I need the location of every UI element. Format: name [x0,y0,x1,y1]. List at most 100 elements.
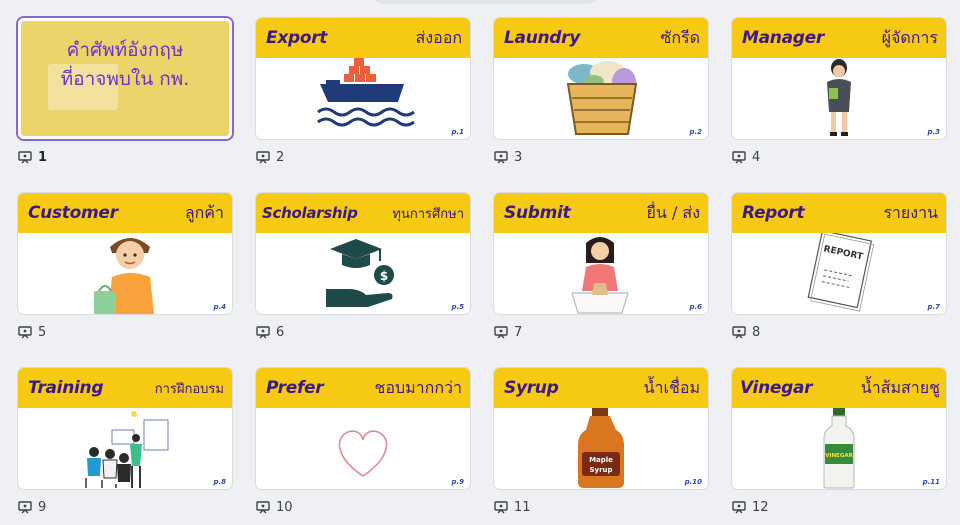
syrup-label: Syrup [589,466,612,474]
slide-banner: Submit ยื่น / ส่ง [494,193,708,233]
slide-thumbnail-4[interactable]: Manager ผู้จัดการ p.3 [732,18,946,139]
slide-tile-10: Prefer ชอบมากกว่า p.9 10 [256,368,470,525]
slide-label-7[interactable]: 7 [494,325,522,340]
slide-thumbnail-11[interactable]: Syrup น้ำเชื่อม Maple Syrup p.10 [494,368,708,489]
slide-banner: Laundry ซักรีด [494,18,708,58]
slide-label-6[interactable]: 6 [256,325,284,340]
slide-tile-11: Syrup น้ำเชื่อม Maple Syrup p.10 11 [494,368,708,525]
english-word: Manager [742,28,824,48]
slide-thumbnail-2[interactable]: Export ส่งออก p.1 [256,18,470,139]
slide-number: 12 [752,500,769,515]
cargo-ship-icon [317,58,415,127]
vinegar-bottle-icon: VINEGAR [823,408,855,489]
top-toolbar-edge [370,0,600,4]
slide-banner: Scholarship ทุนการศึกษา [256,193,470,233]
slide-number: 5 [38,325,47,340]
page-number: p.2 [689,128,702,136]
english-word: Scholarship [262,204,358,222]
page-number: p.6 [689,303,702,311]
thai-word: ทุนการศึกษา [392,206,464,222]
cover-title: คำศัพท์อังกฤษ ที่อาจพบใน กพ. [18,36,232,94]
slide-label-12[interactable]: 12 [732,500,769,515]
page-number: p.7 [927,303,940,311]
english-word: Vinegar [740,378,813,398]
slide-thumbnail-12[interactable]: Vinegar น้ำส้มสายชู VINEGAR p.11 [732,368,946,489]
thai-word: น้ำส้มสายชู [860,377,940,397]
businesswoman-icon [827,59,851,136]
thai-word: ลูกค้า [184,202,224,222]
slide-number: 11 [514,500,531,515]
english-word: Export [266,28,328,48]
page-number: p.9 [451,478,464,486]
slide-tile-2: Export ส่งออก p.1 2 [256,18,470,175]
slide-number: 6 [276,325,285,340]
thai-word: ยื่น / ส่ง [646,202,700,222]
page-number: p.4 [213,303,226,311]
slide-thumbnail-5[interactable]: Customer ลูกค้า p.4 [18,193,232,314]
presenter-notes-icon [494,151,508,164]
slide-number: 2 [276,150,285,165]
page-number: p.10 [684,478,702,486]
slide-thumbnail-3[interactable]: Laundry ซักรีด p.2 [494,18,708,139]
english-word: Prefer [266,378,324,398]
slide-number: 10 [276,500,293,515]
thai-word: ส่งออก [415,27,462,47]
slide-banner: Training การฝึกอบรม [18,368,232,408]
slide-thumbnail-9[interactable]: Training การฝึกอบรม p.8 [18,368,232,489]
slide-banner: Prefer ชอบมากกว่า [256,368,470,408]
slide-thumbnail-6[interactable]: Scholarship ทุนการศึกษา $ p.5 [256,193,470,314]
slide-tile-3: Laundry ซักรีด p.2 3 [494,18,708,175]
slide-tile-6: Scholarship ทุนการศึกษา $ p.5 6 [256,193,470,350]
training-class-icon [85,411,169,488]
slide-label-9[interactable]: 9 [18,500,46,515]
slide-tile-5: Customer ลูกค้า p.4 5 [18,193,232,350]
slide-number: 1 [38,150,48,165]
slide-thumbnail-8[interactable]: Report รายงาน REPORT p.7 [732,193,946,314]
slide-tile-12: Vinegar น้ำส้มสายชู VINEGAR p.11 12 [732,368,946,525]
slide-label-1[interactable]: 1 [18,150,47,165]
page-number: p.5 [451,303,464,311]
slide-number: 4 [752,150,761,165]
thai-word: รายงาน [883,202,938,222]
customer-shopping-icon [94,238,154,314]
slide-thumbnail-7[interactable]: Submit ยื่น / ส่ง p.6 [494,193,708,314]
slide-thumbnail-10[interactable]: Prefer ชอบมากกว่า p.9 [256,368,470,489]
page-number: p.1 [451,128,464,136]
presenter-notes-icon [18,501,32,514]
cover-title-line2: ที่อาจพบใน กพ. [60,68,190,90]
presenter-notes-icon [18,151,32,164]
page-number: p.11 [922,478,940,486]
syrup-bottle-icon: Maple Syrup [578,408,624,488]
slide-thumbnail-1[interactable]: คำศัพท์อังกฤษ ที่อาจพบใน กพ. [18,18,232,139]
slide-grid: คำศัพท์อังกฤษ ที่อาจพบใน กพ. 1 Export ส่… [18,18,946,525]
slide-label-10[interactable]: 10 [256,500,293,515]
slide-banner: Export ส่งออก [256,18,470,58]
slide-tile-9: Training การฝึกอบรม p.8 9 [18,368,232,525]
slide-label-8[interactable]: 8 [732,325,760,340]
slide-tile-7: Submit ยื่น / ส่ง p.6 7 [494,193,708,350]
slide-label-5[interactable]: 5 [18,325,46,340]
slide-tile-8: Report รายงาน REPORT p.7 8 [732,193,946,350]
cover-title-line1: คำศัพท์อังกฤษ [66,39,184,61]
presenter-notes-icon [732,151,746,164]
slide-banner: Customer ลูกค้า [18,193,232,233]
presenter-notes-icon [256,151,270,164]
slide-label-2[interactable]: 2 [256,150,284,165]
slide-label-11[interactable]: 11 [494,500,531,515]
page-number: p.3 [927,128,940,136]
presenter-notes-icon [494,501,508,514]
svg-text:$: $ [380,269,388,283]
slide-label-4[interactable]: 4 [732,150,760,165]
english-word: Report [742,203,805,223]
thai-word: ซักรีด [660,27,700,47]
vinegar-label: VINEGAR [825,453,853,459]
slide-label-3[interactable]: 3 [494,150,522,165]
english-word: Training [28,378,104,398]
slide-tile-4: Manager ผู้จัดการ p.3 4 [732,18,946,175]
english-word: Laundry [504,28,581,48]
presenter-notes-icon [732,326,746,339]
laundry-basket-icon [566,61,638,135]
slide-number: 9 [38,500,47,515]
slide-number: 3 [514,150,523,165]
page-number: p.8 [213,478,226,486]
